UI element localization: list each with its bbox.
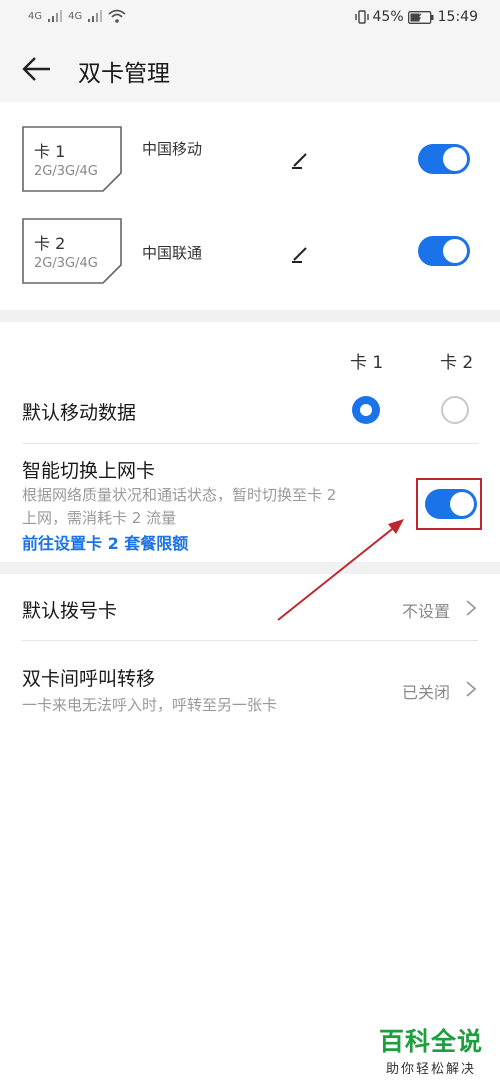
smart-switch-title: 智能切换上网卡 — [22, 460, 156, 482]
call-forward-title[interactable]: 双卡间呼叫转移 — [22, 664, 155, 691]
watermark-logo: 百科全说 助你轻松解决 — [376, 1022, 486, 1077]
sim-2-carrier: 中国联通 — [142, 244, 203, 262]
default-data-sim2-radio[interactable] — [441, 396, 469, 424]
default-dial-value: 不设置 — [402, 602, 451, 621]
column-header-sim1: 卡 1 — [350, 353, 384, 373]
wifi-icon — [108, 9, 126, 23]
sim-2-label: 卡 2 — [34, 234, 66, 253]
sim-card-2[interactable]: 卡 2 2G/3G/4G — [22, 218, 122, 284]
smart-switch-desc-line1: 根据网络质量状况和通话状态，暂时切换至卡 2 — [22, 486, 337, 504]
sim-list: 卡 1 2G/3G/4G 中国移动 卡 2 2G/3G/4G 中国联通 — [0, 102, 500, 312]
toggle-knob — [443, 239, 467, 263]
chevron-right-icon[interactable] — [464, 599, 478, 617]
signal-2-label: 4G — [68, 10, 83, 22]
page-title: 双卡管理 — [78, 61, 170, 87]
column-header-sim2: 卡 2 — [440, 353, 474, 373]
call-forward-value: 已关闭 — [402, 683, 451, 702]
smart-switch-desc-line2: 上网，需消耗卡 2 流量 — [22, 509, 177, 527]
sim-1-bands: 2G/3G/4G — [34, 164, 98, 179]
vibrate-icon — [354, 10, 369, 24]
sim-2-bands: 2G/3G/4G — [34, 256, 98, 271]
edit-pencil-icon[interactable] — [290, 148, 312, 170]
divider — [22, 443, 478, 444]
edit-pencil-icon[interactable] — [290, 242, 312, 264]
sim-card-1[interactable]: 卡 1 2G/3G/4G — [22, 126, 122, 192]
signal-bars-icon — [88, 10, 103, 22]
annotation-highlight-box — [416, 478, 482, 530]
sim-2-toggle[interactable] — [418, 236, 470, 266]
status-right: 45% 15:49 — [354, 9, 478, 25]
sim2-data-limit-link[interactable]: 前往设置卡 2 套餐限额 — [22, 530, 188, 554]
chevron-right-icon[interactable] — [464, 680, 478, 698]
default-dial-title[interactable]: 默认拨号卡 — [22, 596, 117, 623]
sim-1-toggle[interactable] — [418, 144, 470, 174]
watermark-brand: 百科全说 — [378, 1027, 483, 1056]
toggle-knob — [443, 147, 467, 171]
watermark-tagline: 助你轻松解决 — [385, 1062, 476, 1077]
divider — [22, 640, 478, 641]
section-separator — [0, 562, 500, 574]
default-data-sim1-radio[interactable] — [352, 396, 380, 424]
default-data-title: 默认移动数据 — [22, 402, 137, 424]
sim-1-label: 卡 1 — [34, 142, 66, 161]
battery-charging-icon — [407, 10, 434, 24]
sim-1-carrier: 中国移动 — [142, 140, 203, 158]
signal-bars-icon — [48, 10, 63, 22]
status-left: 4G 4G — [28, 9, 126, 23]
back-arrow-icon[interactable] — [20, 52, 54, 86]
call-forward-desc: 一卡来电无法呼入时，呼转至另一张卡 — [22, 696, 278, 714]
radio-dot — [360, 404, 372, 416]
clock: 15:49 — [437, 9, 478, 25]
status-bar: 4G 4G 45% 15:49 — [0, 0, 500, 36]
battery-percent: 45% — [372, 9, 404, 25]
signal-1-label: 4G — [28, 10, 43, 22]
section-separator — [0, 310, 500, 322]
app-header: 双卡管理 — [0, 36, 500, 102]
